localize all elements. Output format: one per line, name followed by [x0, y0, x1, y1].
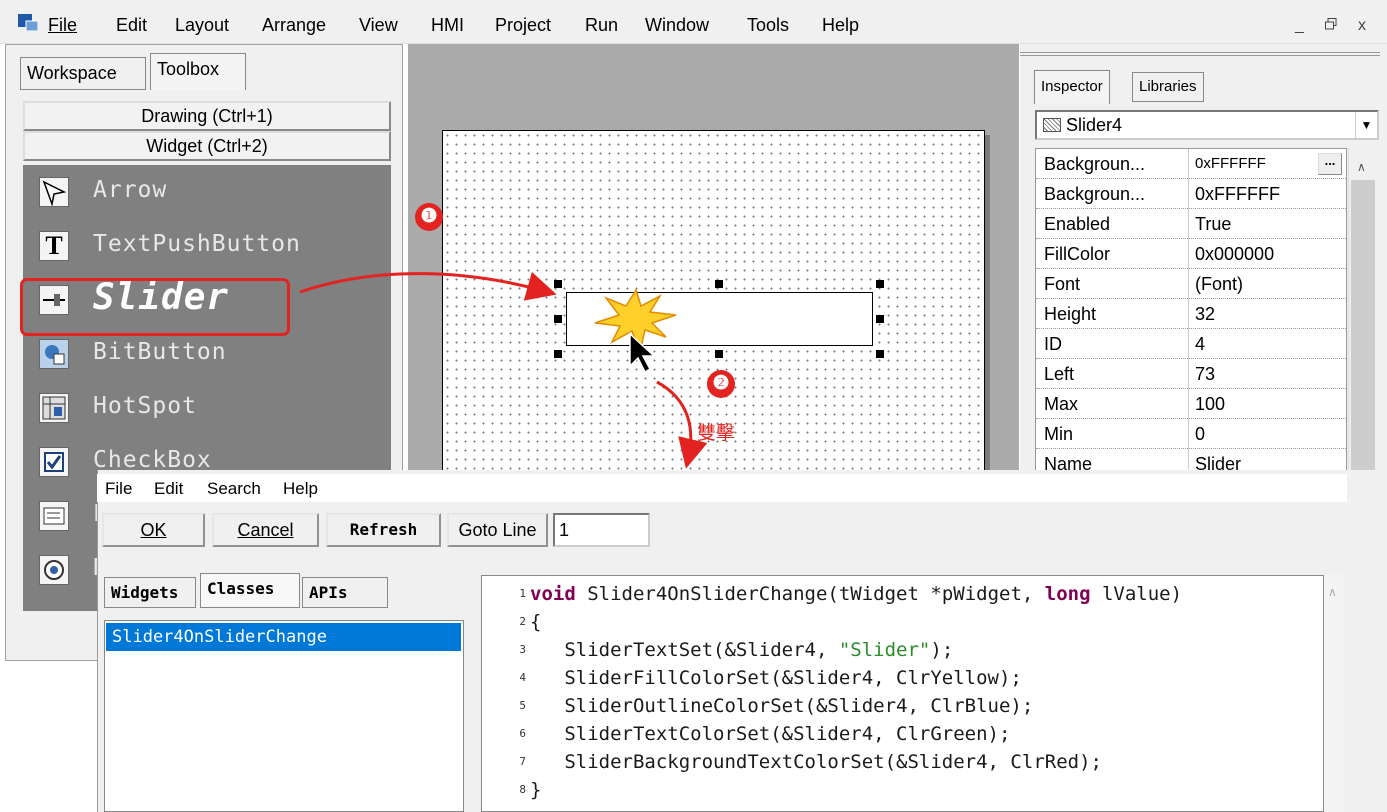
annotation-overlay [299, 271, 708, 469]
step-2-badge: ❷ [707, 370, 735, 398]
double-click-label: 雙擊 [697, 423, 736, 444]
double-click-arrow [656, 380, 708, 469]
step-1-badge: ❶ [415, 203, 443, 231]
drag-arrow [299, 271, 557, 301]
